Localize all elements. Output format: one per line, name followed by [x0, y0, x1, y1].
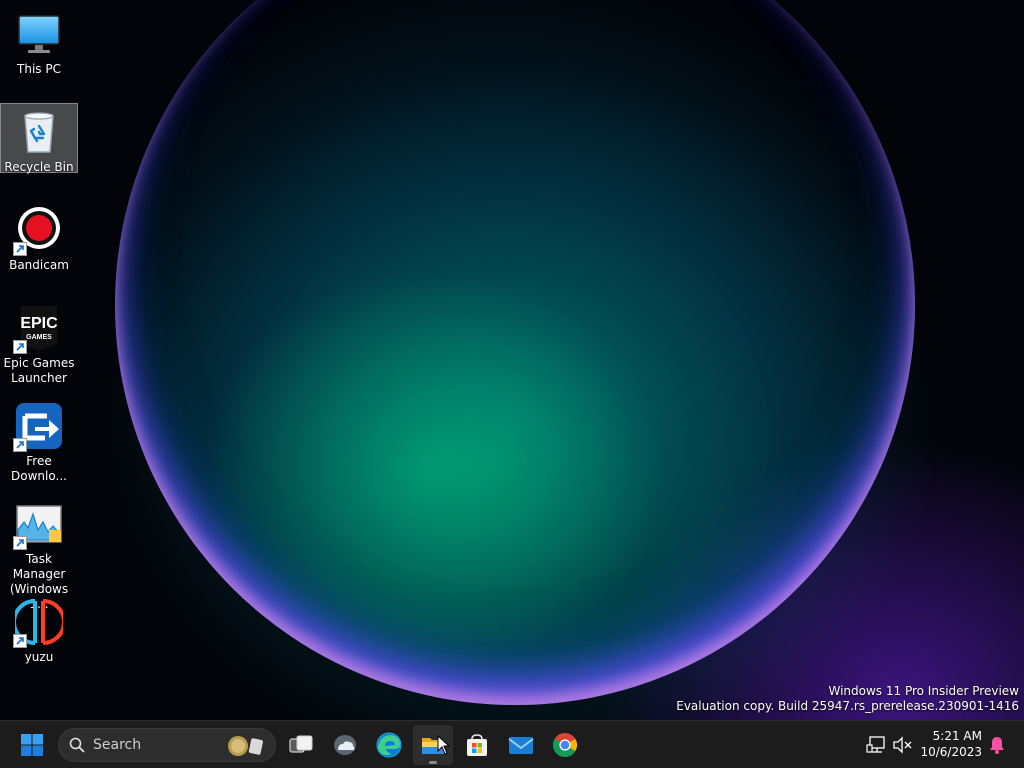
- shortcut-arrow-icon: [13, 634, 27, 648]
- notification-center-button[interactable]: [985, 725, 1009, 765]
- epic-games-icon: EPIC GAMES: [13, 304, 63, 354]
- desktop-icon-epic-games-launcher[interactable]: EPIC GAMES Epic Games Launcher: [0, 300, 78, 386]
- desktop-icon-this-pc[interactable]: This PC: [0, 6, 78, 77]
- icon-label-epic-games: Epic Games Launcher: [3, 356, 75, 385]
- taskbar-search[interactable]: Search: [58, 728, 276, 762]
- evaluation-watermark: Windows 11 Pro Insider Preview Evaluatio…: [676, 684, 1019, 714]
- start-button[interactable]: [12, 725, 52, 765]
- shortcut-arrow-icon: [13, 340, 27, 354]
- desktop[interactable]: This PC Recycle Bin Bandicam EPIC GAMES …: [0, 0, 1024, 720]
- icon-label-free-download-manager: Free Downlo...: [11, 454, 67, 483]
- search-placeholder: Search: [93, 737, 142, 753]
- chrome-icon: [552, 733, 578, 758]
- widgets-button[interactable]: [325, 725, 365, 765]
- bandicam-icon: [13, 206, 63, 256]
- chrome-button[interactable]: [545, 725, 585, 765]
- search-highlight-icon: [228, 736, 263, 756]
- microsoft-store-icon: [467, 734, 487, 756]
- watermark-edition: Windows 11 Pro Insider Preview: [828, 684, 1019, 698]
- mail-button[interactable]: [501, 725, 541, 765]
- widgets-icon: [334, 735, 356, 755]
- task-view-button[interactable]: [281, 725, 321, 765]
- mail-icon: [508, 737, 534, 754]
- taskbar: Search 5:21 AM 10/6/2023: [0, 720, 1024, 768]
- task-manager-icon: [13, 500, 63, 550]
- volume-button[interactable]: [888, 725, 916, 765]
- svg-text:GAMES: GAMES: [26, 334, 52, 341]
- icon-label-yuzu: yuzu: [24, 650, 54, 664]
- edge-button[interactable]: [369, 725, 409, 765]
- notification-bell-icon: [990, 737, 1004, 754]
- desktop-icon-bandicam[interactable]: Bandicam: [0, 202, 78, 273]
- recycle-bin-icon: [15, 108, 63, 156]
- shortcut-arrow-icon: [13, 438, 27, 452]
- svg-text:EPIC: EPIC: [20, 315, 58, 332]
- icon-label-bandicam: Bandicam: [9, 258, 69, 272]
- yuzu-icon: [12, 598, 66, 648]
- file-explorer-button[interactable]: [413, 725, 453, 765]
- desktop-icon-recycle-bin[interactable]: Recycle Bin: [0, 103, 78, 174]
- mouse-cursor-icon: [437, 735, 451, 755]
- volume-muted-icon: [893, 736, 912, 754]
- shortcut-arrow-icon: [13, 242, 27, 256]
- wallpaper-bloom: [115, 0, 915, 705]
- active-indicator: [429, 761, 437, 764]
- desktop-icon-free-download-manager[interactable]: Free Downlo...: [0, 398, 78, 484]
- task-view-icon: [289, 735, 313, 753]
- clock-time: 5:21 AM: [932, 729, 982, 743]
- windows-start-icon: [21, 734, 43, 756]
- search-icon: [69, 737, 85, 753]
- monitor-icon: [15, 10, 63, 58]
- edge-icon: [376, 732, 402, 758]
- shortcut-arrow-icon: [13, 536, 27, 550]
- free-download-manager-icon: [13, 402, 63, 452]
- clock-date: 10/6/2023: [920, 745, 982, 759]
- desktop-icon-yuzu[interactable]: yuzu: [0, 594, 78, 665]
- icon-label-this-pc: This PC: [17, 62, 61, 76]
- network-icon: [866, 736, 885, 753]
- icon-label-recycle-bin: Recycle Bin: [4, 160, 74, 174]
- watermark-build: Evaluation copy. Build 25947.rs_prerelea…: [676, 699, 1019, 713]
- microsoft-store-button[interactable]: [457, 725, 497, 765]
- clock[interactable]: 5:21 AM 10/6/2023: [920, 728, 982, 760]
